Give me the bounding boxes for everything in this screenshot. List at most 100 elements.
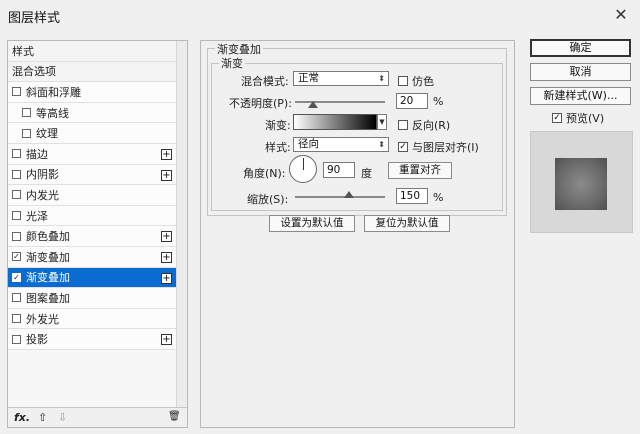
style-checkbox[interactable]	[12, 293, 21, 303]
style-item-label: 外发光	[26, 312, 59, 326]
style-item-label: 颜色叠加	[26, 230, 70, 244]
style-item-label: 内发光	[26, 188, 59, 202]
add-effect-icon[interactable]: +	[161, 148, 172, 160]
style-item-label: 样式	[12, 44, 34, 58]
style-checkbox[interactable]	[12, 211, 21, 221]
move-up-icon[interactable]: ⇧	[38, 411, 47, 424]
style-list-item[interactable]: 图案叠加	[8, 288, 176, 309]
style-checkbox[interactable]: ✓	[12, 272, 21, 282]
reset-align-button[interactable]: 重置对齐	[388, 162, 452, 179]
reset-default-button[interactable]: 复位为默认值	[364, 215, 450, 232]
blend-mode-value: 正常	[298, 72, 319, 84]
dialog-body: 样式 混合选项 斜面和浮雕 等高线 纹理 描边 + 内阴影 + 内发光 光泽 颜色叠加 + ✓ 渐变叠加 + ✓…	[0, 30, 640, 434]
dither-checkbox[interactable]: 仿色	[398, 73, 434, 89]
new-style-button[interactable]: 新建样式(W)...	[530, 87, 631, 105]
style-checkbox[interactable]	[12, 169, 21, 179]
ok-button[interactable]: 确定	[530, 39, 631, 57]
angle-input[interactable]: 90	[323, 162, 355, 178]
reverse-checkbox[interactable]: 反向(R)	[398, 117, 450, 133]
style-list-item[interactable]: ✓ 渐变叠加 +	[8, 246, 176, 268]
reverse-box	[398, 120, 408, 130]
style-list-item[interactable]: 纹理	[8, 123, 176, 144]
preview-box: ✓	[552, 113, 562, 123]
angle-dial[interactable]	[289, 155, 317, 183]
add-effect-icon[interactable]: +	[161, 334, 172, 346]
style-checkbox[interactable]: ✓	[12, 252, 21, 262]
align-label: 与图层对齐(I)	[412, 141, 479, 154]
gradient-dropdown-icon[interactable]: ▼	[377, 114, 387, 130]
style-list-item[interactable]: 投影 +	[8, 329, 176, 350]
add-effect-icon[interactable]: +	[161, 169, 172, 181]
chevron-updown-icon: ⬍	[378, 140, 385, 149]
gradient-style-select[interactable]: 径向 ⬍	[293, 137, 389, 152]
style-item-label: 内阴影	[26, 168, 59, 182]
opacity-slider-thumb[interactable]	[308, 101, 318, 108]
style-checkbox[interactable]	[12, 334, 21, 344]
title-bar: 图层样式 ✕	[0, 0, 640, 30]
style-list-toolbar: fx. ⇧ ⇩ 🗑	[8, 407, 187, 427]
style-item-label: 渐变叠加	[26, 250, 70, 264]
scale-input[interactable]: 150	[396, 188, 428, 204]
gradient-label: 渐变:	[265, 119, 291, 132]
style-list-item[interactable]: 样式	[8, 41, 176, 62]
scale-slider-thumb[interactable]	[344, 191, 354, 198]
opacity-input[interactable]: 20	[396, 93, 428, 109]
style-item-label: 图案叠加	[26, 291, 70, 305]
blend-mode-select[interactable]: 正常 ⬍	[293, 71, 389, 86]
style-list: 样式 混合选项 斜面和浮雕 等高线 纹理 描边 + 内阴影 + 内发光 光泽 颜色叠加 + ✓ 渐变叠加 + ✓…	[8, 41, 176, 350]
style-list-item[interactable]: 描边 +	[8, 143, 176, 165]
style-checkbox[interactable]	[12, 231, 21, 241]
angle-label: 角度(N):	[243, 167, 286, 180]
cancel-button[interactable]: 取消	[530, 63, 631, 81]
style-list-item[interactable]: 内发光	[8, 185, 176, 206]
style-list-item[interactable]: ✓ 渐变叠加 +	[8, 267, 176, 289]
style-list-item[interactable]: 斜面和浮雕	[8, 82, 176, 103]
opacity-unit: %	[433, 95, 444, 108]
add-effect-icon[interactable]: +	[161, 231, 172, 243]
style-list-item[interactable]: 外发光	[8, 308, 176, 330]
chevron-updown-icon: ⬍	[378, 74, 385, 83]
move-down-icon[interactable]: ⇩	[58, 411, 67, 424]
preview-checkbox[interactable]: ✓ 预览(V)	[552, 110, 604, 126]
opacity-label: 不透明度(P):	[229, 97, 292, 110]
style-item-label: 混合选项	[12, 65, 56, 79]
scale-slider[interactable]	[295, 196, 385, 198]
preview-swatch	[555, 158, 607, 210]
dither-box	[398, 76, 408, 86]
preview-label: 预览(V)	[566, 112, 605, 125]
style-list-panel: 样式 混合选项 斜面和浮雕 等高线 纹理 描边 + 内阴影 + 内发光 光泽 颜色叠加 + ✓ 渐变叠加 + ✓…	[7, 40, 188, 428]
subgroup-title: 渐变	[219, 55, 245, 71]
style-list-item[interactable]: 光泽	[8, 205, 176, 227]
style-checkbox[interactable]	[12, 190, 21, 200]
trash-icon[interactable]: 🗑	[168, 411, 181, 422]
style-checkbox[interactable]	[12, 149, 21, 159]
set-default-button[interactable]: 设置为默认值	[269, 215, 355, 232]
style-item-label: 纹理	[36, 127, 58, 141]
fx-icon[interactable]: fx.	[14, 411, 30, 424]
window-title: 图层样式	[8, 11, 61, 26]
style-checkbox[interactable]	[12, 87, 21, 97]
gradient-swatch[interactable]	[293, 114, 377, 130]
style-checkbox[interactable]	[12, 314, 21, 324]
style-list-item[interactable]: 等高线	[8, 102, 176, 124]
align-with-layer-checkbox[interactable]: ✓ 与图层对齐(I)	[398, 139, 479, 155]
close-icon[interactable]: ✕	[610, 4, 632, 26]
scale-label: 缩放(S):	[247, 193, 289, 206]
style-checkbox[interactable]	[22, 108, 31, 118]
style-list-item[interactable]: 混合选项	[8, 61, 176, 83]
style-label: 样式:	[265, 141, 291, 154]
style-list-item[interactable]: 颜色叠加 +	[8, 226, 176, 247]
align-box: ✓	[398, 142, 408, 152]
scale-unit: %	[433, 191, 444, 204]
style-preview	[530, 131, 633, 233]
blend-mode-label: 混合模式:	[241, 75, 289, 88]
add-effect-icon[interactable]: +	[161, 272, 172, 284]
style-list-item[interactable]: 内阴影 +	[8, 164, 176, 186]
style-item-label: 描边	[26, 147, 48, 161]
style-list-scrollbar[interactable]	[176, 41, 187, 408]
style-item-label: 投影	[26, 333, 48, 347]
gradient-overlay-panel: 渐变叠加 渐变 混合模式: 正常 ⬍ 仿色 不透明度(P): 20 % 渐变: …	[200, 40, 515, 428]
style-checkbox[interactable]	[22, 128, 31, 138]
add-effect-icon[interactable]: +	[161, 251, 172, 263]
dither-label: 仿色	[412, 75, 434, 88]
